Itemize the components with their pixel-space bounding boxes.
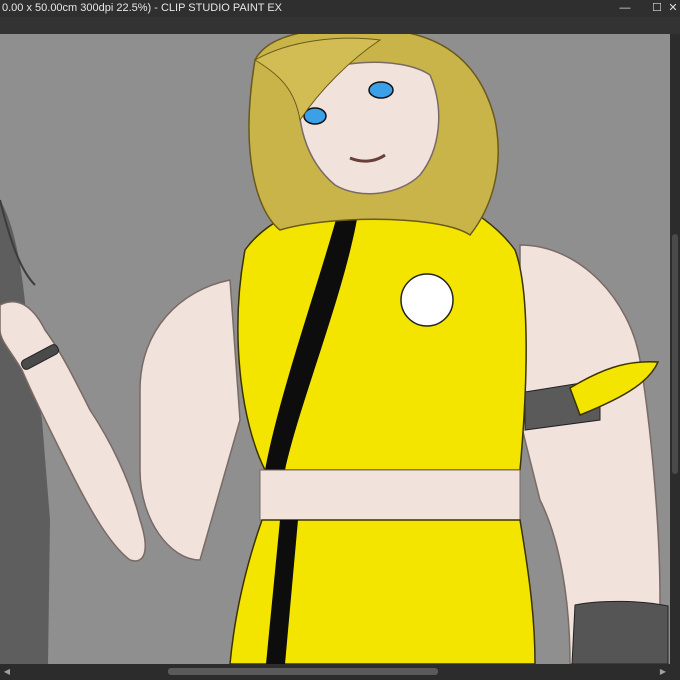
minimize-icon[interactable]: — bbox=[616, 0, 634, 17]
right-eye bbox=[368, 81, 394, 99]
window-title: 0.00 x 50.00cm 300dpi 22.5%) - CLIP STUD… bbox=[2, 2, 283, 14]
right-arm bbox=[519, 244, 661, 664]
artwork-illustration bbox=[0, 34, 669, 664]
upper-arm-left bbox=[139, 279, 241, 561]
midriff bbox=[259, 469, 521, 521]
horizontal-scroll-thumb[interactable] bbox=[168, 668, 438, 675]
vertical-scrollbar[interactable] bbox=[670, 34, 680, 664]
horizontal-scrollbar[interactable]: ◀ ▶ bbox=[0, 664, 680, 680]
title-bar: 0.00 x 50.00cm 300dpi 22.5%) - CLIP STUD… bbox=[0, 0, 680, 17]
scroll-left-icon[interactable]: ◀ bbox=[2, 667, 12, 677]
vertical-scroll-thumb[interactable] bbox=[672, 234, 678, 474]
left-figure-silhouette bbox=[0, 200, 50, 664]
glove-right bbox=[571, 600, 669, 664]
close-icon[interactable]: ✕ bbox=[664, 0, 680, 17]
scroll-right-icon[interactable]: ▶ bbox=[658, 667, 668, 677]
drawing-canvas[interactable] bbox=[0, 34, 670, 664]
canvas-top-border bbox=[0, 17, 680, 34]
white-circle-emblem bbox=[400, 273, 454, 327]
